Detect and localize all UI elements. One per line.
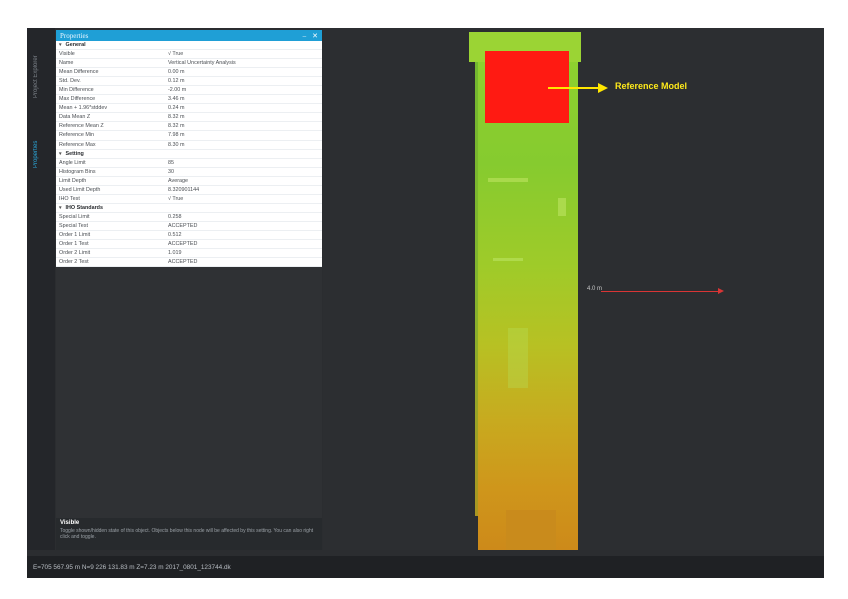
- property-value[interactable]: ACCEPTED: [168, 223, 322, 229]
- property-value[interactable]: ACCEPTED: [168, 259, 322, 265]
- property-row[interactable]: Histogram Bins 30: [56, 168, 322, 177]
- property-key: Data Mean Z: [59, 114, 91, 121]
- property-row[interactable]: Used Limit Depth 8.320901144: [56, 186, 322, 195]
- pin-icon[interactable]: ‒: [303, 32, 307, 40]
- properties-panel: Properties ‒ ✕ ▾ General Visible √ True Name…: [56, 30, 322, 550]
- status-bar: E=705 567.95 m N=9 226 131.83 m Z=7.23 m…: [27, 556, 824, 578]
- property-row[interactable]: Special Test ACCEPTED: [56, 222, 322, 231]
- property-row[interactable]: Special Limit 0.258: [56, 213, 322, 222]
- side-tab-strip: Project Explorer Properties: [27, 28, 55, 550]
- property-key: Mean + 1.96*stddev: [59, 105, 108, 112]
- property-key: Used Limit Depth: [59, 186, 101, 193]
- point-cloud-speck: [488, 178, 528, 182]
- property-value[interactable]: 8.320901144: [168, 187, 322, 193]
- property-value[interactable]: Average: [168, 178, 322, 184]
- property-value[interactable]: 30: [168, 169, 322, 175]
- section-header[interactable]: ▾ Setting: [56, 150, 322, 159]
- point-cloud-speck: [558, 198, 566, 216]
- property-value[interactable]: 7.98 m: [168, 132, 322, 138]
- property-key: Special Test: [59, 222, 88, 229]
- 3d-viewport[interactable]: Reference Model 4.0 m: [323, 28, 824, 550]
- property-row[interactable]: Reference Mean Z 8.32 m: [56, 122, 322, 132]
- property-value[interactable]: 0.512: [168, 232, 322, 238]
- measure-line: [601, 291, 721, 292]
- property-row[interactable]: Order 1 Limit 0.512: [56, 231, 322, 241]
- property-value[interactable]: √ True: [168, 51, 322, 57]
- property-key: Max Difference: [59, 96, 96, 103]
- section-label: Setting: [65, 150, 84, 157]
- property-value[interactable]: 0.258: [168, 214, 322, 220]
- close-icon[interactable]: ✕: [312, 32, 318, 40]
- property-key: Limit Depth: [59, 177, 87, 184]
- property-row[interactable]: Order 1 Test ACCEPTED: [56, 240, 322, 250]
- property-value[interactable]: ACCEPTED: [168, 241, 322, 247]
- property-key: Special Limit: [59, 213, 90, 220]
- measure-arrow-head: [718, 288, 724, 294]
- property-row[interactable]: Name Vertical Uncertainty Analysis: [56, 59, 322, 69]
- property-row[interactable]: Angle Limit 85: [56, 159, 322, 168]
- side-tab-project-explorer[interactable]: Project Explorer: [33, 38, 47, 98]
- side-tab-properties[interactable]: Properties: [33, 108, 47, 168]
- property-row[interactable]: Reference Min 7.98 m: [56, 131, 322, 141]
- help-title: Visible: [60, 520, 80, 526]
- property-key: Mean Difference: [59, 69, 99, 76]
- property-key: Min Difference: [59, 87, 94, 94]
- section-label: General: [65, 42, 86, 49]
- property-value[interactable]: 1.019: [168, 250, 322, 256]
- property-grid: ▾ General Visible √ True Name Vertical Uncert…: [56, 41, 322, 268]
- property-row[interactable]: Order 2 Limit 1.019: [56, 249, 322, 259]
- property-row[interactable]: Reference Max 8.30 m: [56, 141, 322, 150]
- panel-header: Properties ‒ ✕: [56, 30, 322, 41]
- property-value[interactable]: 85: [168, 160, 322, 166]
- property-key: Name: [59, 60, 74, 67]
- point-cloud-speck: [508, 328, 528, 388]
- property-key: Reference Min: [59, 132, 95, 139]
- property-key: IHO Test: [59, 195, 80, 202]
- reference-model-label: Reference Model: [615, 81, 688, 91]
- property-row[interactable]: Limit Depth Average: [56, 177, 322, 186]
- property-row[interactable]: Max Difference 3.46 m: [56, 95, 322, 105]
- property-key: Reference Max: [59, 141, 96, 148]
- property-value[interactable]: Vertical Uncertainty Analysis: [168, 60, 322, 66]
- section-header[interactable]: ▾ General: [56, 41, 322, 51]
- panel-title: Properties: [60, 31, 89, 40]
- property-row[interactable]: Min Difference -2.00 m: [56, 86, 322, 96]
- property-key: Reference Mean Z: [59, 123, 104, 130]
- property-value[interactable]: 8.32 m: [168, 114, 322, 120]
- property-key: Std. Dev.: [59, 78, 81, 85]
- property-key: Histogram Bins: [59, 168, 96, 175]
- property-row[interactable]: Data Mean Z 8.32 m: [56, 113, 322, 123]
- property-key: Visible: [59, 51, 75, 58]
- help-pane: Visible Toggle shown/hidden state of thi…: [56, 518, 322, 550]
- property-value[interactable]: -2.00 m: [168, 87, 322, 93]
- section-header[interactable]: ▾ IHO Standards: [56, 204, 322, 213]
- point-cloud-speck: [493, 258, 523, 261]
- property-key: Order 1 Limit: [59, 232, 91, 238]
- property-row[interactable]: Visible √ True: [56, 50, 322, 60]
- property-row[interactable]: Std. Dev. 0.12 m: [56, 77, 322, 87]
- property-key: Order 1 Test: [59, 241, 89, 248]
- property-row[interactable]: Order 2 Test ACCEPTED: [56, 258, 322, 268]
- help-text: Toggle shown/hidden state of this object…: [60, 528, 314, 540]
- reference-arrow-line: [548, 87, 600, 89]
- property-value[interactable]: 8.32 m: [168, 123, 322, 129]
- property-value[interactable]: √ True: [168, 196, 322, 202]
- property-value[interactable]: 8.30 m: [168, 142, 322, 148]
- property-value[interactable]: 0.12 m: [168, 78, 322, 84]
- measure-label: 4.0 m: [587, 286, 603, 292]
- reference-arrow-head: [598, 83, 608, 93]
- property-value[interactable]: 0.00 m: [168, 69, 322, 75]
- point-cloud-tail: [506, 510, 556, 550]
- property-row[interactable]: Mean Difference 0.00 m: [56, 68, 322, 78]
- property-key: Order 2 Test: [59, 259, 89, 266]
- property-row[interactable]: IHO Test √ True: [56, 195, 322, 204]
- property-row[interactable]: Mean + 1.96*stddev 0.24 m: [56, 104, 322, 114]
- property-value[interactable]: 3.46 m: [168, 96, 322, 102]
- property-value[interactable]: 0.24 m: [168, 105, 322, 111]
- section-label: IHO Standards: [65, 204, 103, 211]
- app-window: Project Explorer Properties Properties ‒…: [27, 28, 824, 578]
- property-key: Order 2 Limit: [59, 250, 91, 257]
- property-key: Angle Limit: [59, 159, 86, 166]
